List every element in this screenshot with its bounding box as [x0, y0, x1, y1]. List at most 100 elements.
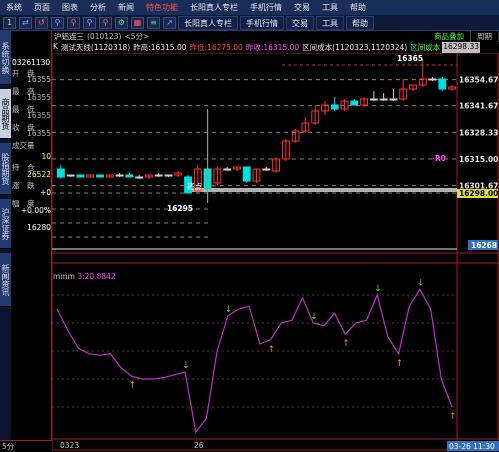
- candle-body: [350, 100, 359, 106]
- instrument-code: (010123): [87, 32, 122, 41]
- menu-item-10[interactable]: 帮助: [344, 0, 372, 15]
- xaxis-left: 0323: [60, 441, 79, 450]
- xaxis-right: 03-26 11:30: [449, 442, 495, 451]
- toolbar-icon-3[interactable]: ⚲: [51, 16, 64, 29]
- chart-area[interactable]: 16354.67 16341.67 16328.33 16315.00 16301.67…: [52, 31, 499, 451]
- oscillator-title: mmm 3:20.8842: [53, 272, 116, 281]
- price-info-bar: K 测试天线(1120318) 昨高:16315.00 昨低:16275.00 …: [52, 42, 499, 53]
- price-axis-label-3: 16315.00: [459, 155, 498, 164]
- buy-arrow-icon: ↑: [268, 345, 276, 355]
- menu-item-2[interactable]: 图表: [56, 0, 84, 15]
- candle-body: [330, 104, 339, 110]
- price-axis-label-2: 16328.33: [459, 128, 498, 137]
- oscillator-name: mmm: [53, 272, 75, 281]
- price-axis-label-6: 16268: [471, 241, 497, 250]
- sell-arrow-icon: ↓: [374, 284, 382, 294]
- sell-arrow-icon: ↓: [225, 305, 233, 315]
- candle-body: [115, 174, 124, 177]
- candle-body: [56, 168, 65, 178]
- menu-item-8[interactable]: 交易: [288, 0, 316, 15]
- indicator-title: 测试天线(1120318): [60, 43, 131, 52]
- candle-body: [242, 166, 251, 182]
- xaxis-mid: 26: [194, 441, 204, 450]
- toolbar-tab-2[interactable]: 交易: [286, 15, 314, 30]
- sell-arrow-icon: ↓: [182, 361, 190, 371]
- kline-chart[interactable]: 16354.6716341.6716328.3316315.0016301.67…: [52, 31, 499, 451]
- chart-frame: [52, 52, 499, 451]
- menu-bar: 系统 页面 图表 分析 新闻 特色功能 长阳真人专栏 手机行情 交易 工具 帮助: [0, 0, 499, 15]
- menu-item-0[interactable]: 系统: [0, 0, 28, 15]
- candle-body: [369, 98, 378, 101]
- candle-body: [96, 174, 104, 178]
- prev-close: 昨收:16315.00: [245, 43, 300, 52]
- left-tab-0[interactable]: 系统切换: [0, 31, 11, 85]
- toolbar-tab-0[interactable]: 长阳真人专栏: [178, 15, 238, 30]
- toolbar-icon-8[interactable]: ▦: [131, 16, 144, 29]
- prev-high: 昨高:16315.00: [133, 43, 187, 52]
- open-interest-value: 26522: [27, 170, 51, 179]
- candle-body: [66, 174, 75, 177]
- quote-info-panel: 03261130 开 盘 16355 最 高 16355 最 低 16355 收…: [11, 31, 52, 440]
- buy-arrow-icon: ↑: [129, 381, 137, 391]
- candle-body: [438, 78, 447, 90]
- cycle-button[interactable]: 周期: [470, 31, 499, 42]
- left-tab-strip: 系统切换商品期货股指期货沪深证券新闻资讯: [0, 31, 11, 440]
- menu-item-9[interactable]: 工具: [316, 0, 344, 15]
- oscillator-value: 3:20.8842: [77, 272, 116, 281]
- range-cost: 区间成本(1120323,1120324): [302, 43, 408, 52]
- range-cost-value: 16298.33: [442, 42, 481, 53]
- toolbar-icon-10[interactable]: ↗: [163, 16, 176, 29]
- price-axis-label-1: 16341.67: [459, 102, 498, 111]
- cost-band: [192, 188, 457, 192]
- amplitude-value: +0.00%: [20, 206, 51, 215]
- candle-body: [379, 98, 388, 101]
- change-value: +0: [39, 188, 51, 197]
- menu-item-5[interactable]: 特色功能: [140, 0, 184, 15]
- high-value: 16355: [27, 93, 51, 102]
- toolbar-tab-4[interactable]: 帮助: [346, 15, 374, 30]
- menu-item-7[interactable]: 手机行情: [244, 0, 288, 15]
- menu-item-4[interactable]: 新闻: [112, 0, 140, 15]
- extra-price-value: 16280: [27, 223, 51, 232]
- close-value: 16355: [27, 129, 51, 138]
- overlay-button[interactable]: 商品叠加: [428, 31, 470, 42]
- candle-body: [428, 78, 437, 81]
- range-cost-label: 区间成本: [410, 43, 441, 52]
- left-tab-2[interactable]: 股指期货: [0, 143, 11, 195]
- menu-item-6[interactable]: 长阳真人专栏: [184, 0, 244, 15]
- toolbar-icon-7[interactable]: ⚙: [115, 16, 128, 29]
- instrument-name: 沪铝连三: [54, 32, 84, 41]
- high-annotation: 16365: [397, 54, 423, 63]
- candle-body: [76, 174, 85, 178]
- sell-arrow-icon: ↓: [310, 312, 318, 322]
- status-bar: 5分: [0, 440, 52, 451]
- toolbar-icon-2[interactable]: ↺: [35, 16, 48, 29]
- price-axis-label-5: 16298.00: [459, 189, 498, 198]
- open-value: 16355: [27, 75, 51, 84]
- period-status: 5分: [2, 442, 15, 451]
- menu-item-3[interactable]: 分析: [84, 0, 112, 15]
- volume-value: 10: [41, 152, 51, 161]
- toolbar-icon-5[interactable]: ⚲: [83, 16, 96, 29]
- toolbar: 1 ⇄ ↺ ⚲ ⚲ ⚲ ⚲ ⚙ ▦ ≡ ↗ 长阳真人专栏 手机行情 交易 工具 帮助: [0, 15, 499, 31]
- left-tab-1[interactable]: 商品期货: [0, 89, 11, 139]
- toolbar-icon-1[interactable]: ⇄: [19, 16, 32, 29]
- oscillator-line: [56, 288, 453, 434]
- candle-body: [223, 168, 232, 171]
- toolbar-icon-0[interactable]: 1: [3, 16, 16, 29]
- toolbar-icon-9[interactable]: ≡: [147, 16, 160, 29]
- period-label: <5分>: [124, 32, 150, 41]
- toolbar-tab-3[interactable]: 工具: [316, 15, 344, 30]
- left-tab-3[interactable]: 沪深证券: [0, 199, 11, 249]
- toolbar-icon-6[interactable]: ⚲: [99, 16, 112, 29]
- candle-body: [154, 174, 163, 177]
- menu-item-1[interactable]: 页面: [28, 0, 56, 15]
- volume-label: 成交量: [12, 141, 35, 150]
- toolbar-icon-4[interactable]: ⚲: [67, 16, 80, 29]
- toolbar-tab-1[interactable]: 手机行情: [240, 15, 284, 30]
- low-value: 16355: [27, 111, 51, 120]
- left-tab-4[interactable]: 新闻资讯: [0, 253, 11, 307]
- buy-arrow-icon: ↑: [396, 359, 404, 369]
- buy-arrow-icon: ↑: [342, 339, 350, 349]
- low-annotation: 16295: [167, 204, 193, 213]
